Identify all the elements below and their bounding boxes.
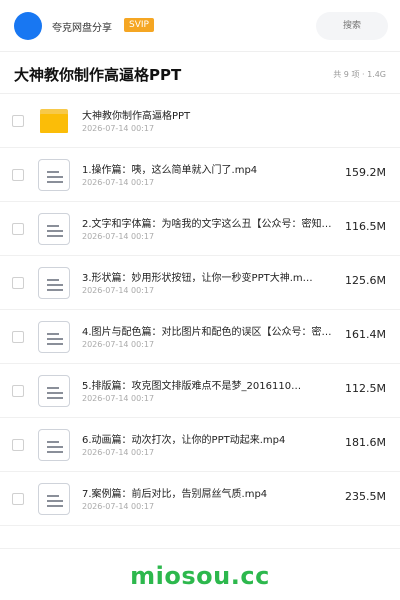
folder-meta: 共 9 项 · 1.4G (333, 70, 386, 79)
svip-badge[interactable]: SVIP (124, 18, 154, 32)
file-name: 1.操作篇：咦，这么简单就入门了.mp4 (82, 165, 258, 176)
document-icon (38, 429, 70, 461)
file-name: 7.案例篇：前后对比，告别屌丝气质.mp4 (82, 489, 268, 500)
list-item[interactable]: 2.文字和字体篇：为啥我的文字这么丑【公众号：密知… 2026-07-14 00… (0, 202, 400, 256)
app-name: 夸克网盘分享 (52, 23, 112, 34)
select-checkbox[interactable] (12, 439, 24, 451)
file-date: 2026-07-14 00:17 (82, 448, 155, 457)
list-item[interactable]: 7.案例篇：前后对比，告别屌丝气质.mp4 2026-07-14 00:17 2… (0, 472, 400, 526)
watermark: miosou.cc (130, 562, 270, 590)
file-date: 2026-07-14 00:17 (82, 502, 155, 511)
document-icon (38, 375, 70, 407)
file-name: 6.动画篇：动次打次，让你的PPT动起来.mp4 (82, 435, 286, 446)
file-size: 181.6M (345, 436, 386, 449)
file-date: 2026-07-14 00:17 (82, 232, 155, 241)
file-size: 116.5M (345, 220, 386, 233)
document-icon (38, 321, 70, 353)
app-header: 夸克网盘分享 SVIP (0, 0, 400, 52)
search-input[interactable] (316, 12, 388, 40)
avatar[interactable] (14, 12, 42, 40)
select-checkbox[interactable] (12, 223, 24, 235)
file-name: 大神教你制作高逼格PPT (82, 111, 191, 122)
list-item[interactable]: 1.操作篇：咦，这么简单就入门了.mp4 2026-07-14 00:17 15… (0, 148, 400, 202)
file-size: 235.5M (345, 490, 386, 503)
select-checkbox[interactable] (12, 331, 24, 343)
folder-title: 大神教你制作高逼格PPT (14, 66, 182, 84)
folder-header: 大神教你制作高逼格PPT 共 9 项 · 1.4G (0, 52, 400, 94)
footer-divider (0, 548, 400, 549)
file-size: 159.2M (345, 166, 386, 179)
file-date: 2026-07-14 00:17 (82, 394, 155, 403)
file-list: 大神教你制作高逼格PPT 2026-07-14 00:17 1.操作篇：咦，这么… (0, 94, 400, 526)
select-checkbox[interactable] (12, 493, 24, 505)
list-item[interactable]: 6.动画篇：动次打次，让你的PPT动起来.mp4 2026-07-14 00:1… (0, 418, 400, 472)
file-size: 161.4M (345, 328, 386, 341)
document-icon (38, 159, 70, 191)
file-date: 2026-07-14 00:17 (82, 286, 155, 295)
list-item[interactable]: 4.图片与配色篇：对比图片和配色的误区【公众号：密… 2026-07-14 00… (0, 310, 400, 364)
select-checkbox[interactable] (12, 385, 24, 397)
select-checkbox[interactable] (12, 169, 24, 181)
document-icon (38, 483, 70, 515)
list-item[interactable]: 5.排版篇：攻克图文排版难点不是梦_2016110… 2026-07-14 00… (0, 364, 400, 418)
file-name: 2.文字和字体篇：为啥我的文字这么丑【公众号：密知… (82, 219, 332, 230)
file-name: 5.排版篇：攻克图文排版难点不是梦_2016110… (82, 381, 302, 392)
file-name: 4.图片与配色篇：对比图片和配色的误区【公众号：密… (82, 327, 332, 338)
list-item-folder[interactable]: 大神教你制作高逼格PPT 2026-07-14 00:17 (0, 94, 400, 148)
list-item[interactable]: 3.形状篇：妙用形状按钮，让你一秒变PPT大神.m… 2026-07-14 00… (0, 256, 400, 310)
file-date: 2026-07-14 00:17 (82, 124, 155, 133)
select-checkbox[interactable] (12, 115, 24, 127)
file-name: 3.形状篇：妙用形状按钮，让你一秒变PPT大神.m… (82, 273, 313, 284)
file-size: 125.6M (345, 274, 386, 287)
folder-icon (38, 105, 70, 137)
document-icon (38, 267, 70, 299)
document-icon (38, 213, 70, 245)
file-date: 2026-07-14 00:17 (82, 340, 155, 349)
select-checkbox[interactable] (12, 277, 24, 289)
file-size: 112.5M (345, 382, 386, 395)
file-date: 2026-07-14 00:17 (82, 178, 155, 187)
